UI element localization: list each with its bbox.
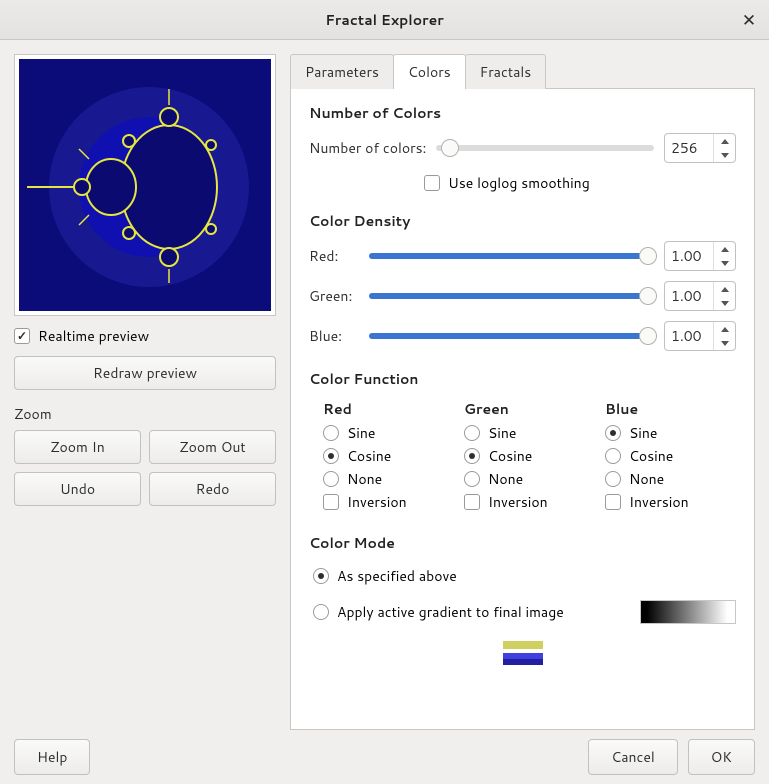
close-icon[interactable]: ✕ [739, 10, 759, 30]
preview-frame [14, 54, 276, 316]
red-cosine-radio[interactable] [323, 448, 339, 464]
loglog-label: Use loglog smoothing [448, 173, 590, 193]
red-density-down-icon[interactable] [714, 256, 735, 270]
ok-button[interactable]: OK [688, 739, 755, 775]
num-colors-up-icon[interactable] [714, 134, 735, 148]
colors-panel: Number of Colors Number of colors: Use l [290, 88, 755, 730]
num-colors-down-icon[interactable] [714, 148, 735, 162]
color-function-heading: Color Function [309, 369, 736, 389]
gradient-preview[interactable] [640, 600, 736, 624]
blue-cosine-radio[interactable] [605, 448, 621, 464]
tab-fractals[interactable]: Fractals [465, 54, 547, 89]
green-density-up-icon[interactable] [714, 282, 735, 296]
num-colors-label: Number of colors: [309, 138, 426, 158]
num-colors-heading: Number of Colors [309, 103, 736, 123]
blue-sine-radio[interactable] [605, 425, 621, 441]
red-none-radio[interactable] [323, 471, 339, 487]
green-cosine-radio[interactable] [464, 448, 480, 464]
func-blue-head: Blue [605, 399, 736, 419]
palette-swatch [503, 641, 543, 665]
green-sine-radio[interactable] [464, 425, 480, 441]
tab-colors[interactable]: Colors [393, 54, 466, 89]
realtime-preview-checkbox[interactable] [14, 328, 30, 344]
red-density-slider[interactable] [369, 253, 654, 259]
help-button[interactable]: Help [14, 739, 90, 775]
zoom-redo-button[interactable]: Redo [149, 472, 276, 506]
loglog-checkbox[interactable] [424, 175, 440, 191]
green-density-spin[interactable] [664, 281, 736, 311]
mode-as-specified-radio[interactable] [313, 568, 329, 584]
green-inversion-checkbox[interactable] [464, 494, 480, 510]
zoom-out-button[interactable]: Zoom Out [149, 430, 276, 464]
fractal-preview[interactable] [19, 59, 271, 311]
mode-apply-gradient-radio[interactable] [313, 604, 329, 620]
green-density-slider[interactable] [369, 293, 654, 299]
blue-density-slider[interactable] [369, 333, 654, 339]
color-density-heading: Color Density [309, 211, 736, 231]
red-sine-radio[interactable] [323, 425, 339, 441]
red-density-label: Red: [309, 246, 359, 266]
num-colors-input[interactable] [665, 134, 713, 162]
green-density-down-icon[interactable] [714, 296, 735, 310]
zoom-undo-button[interactable]: Undo [14, 472, 141, 506]
green-none-radio[interactable] [464, 471, 480, 487]
titlebar: Fractal Explorer ✕ [0, 0, 769, 40]
blue-none-radio[interactable] [605, 471, 621, 487]
blue-density-up-icon[interactable] [714, 322, 735, 336]
func-red-head: Red [323, 399, 454, 419]
red-density-up-icon[interactable] [714, 242, 735, 256]
bottom-bar: Help Cancel OK [0, 730, 769, 784]
green-density-input[interactable] [665, 282, 713, 310]
red-density-input[interactable] [665, 242, 713, 270]
blue-density-input[interactable] [665, 322, 713, 350]
window-title: Fractal Explorer [325, 10, 443, 30]
red-density-spin[interactable] [664, 241, 736, 271]
cancel-button[interactable]: Cancel [588, 739, 678, 775]
num-colors-spin[interactable] [664, 133, 736, 163]
blue-inversion-checkbox[interactable] [605, 494, 621, 510]
blue-density-down-icon[interactable] [714, 336, 735, 350]
color-mode-heading: Color Mode [309, 533, 736, 553]
green-density-label: Green: [309, 286, 359, 306]
blue-density-spin[interactable] [664, 321, 736, 351]
num-colors-slider[interactable] [436, 145, 654, 151]
red-inversion-checkbox[interactable] [323, 494, 339, 510]
realtime-preview-label: Realtime preview [38, 326, 149, 346]
func-green-head: Green [464, 399, 595, 419]
blue-density-label: Blue: [309, 326, 359, 346]
zoom-in-button[interactable]: Zoom In [14, 430, 141, 464]
redraw-preview-button[interactable]: Redraw preview [14, 356, 276, 390]
tab-bar: Parameters Colors Fractals [290, 54, 755, 89]
tab-parameters[interactable]: Parameters [290, 54, 394, 89]
zoom-heading: Zoom [14, 404, 276, 424]
